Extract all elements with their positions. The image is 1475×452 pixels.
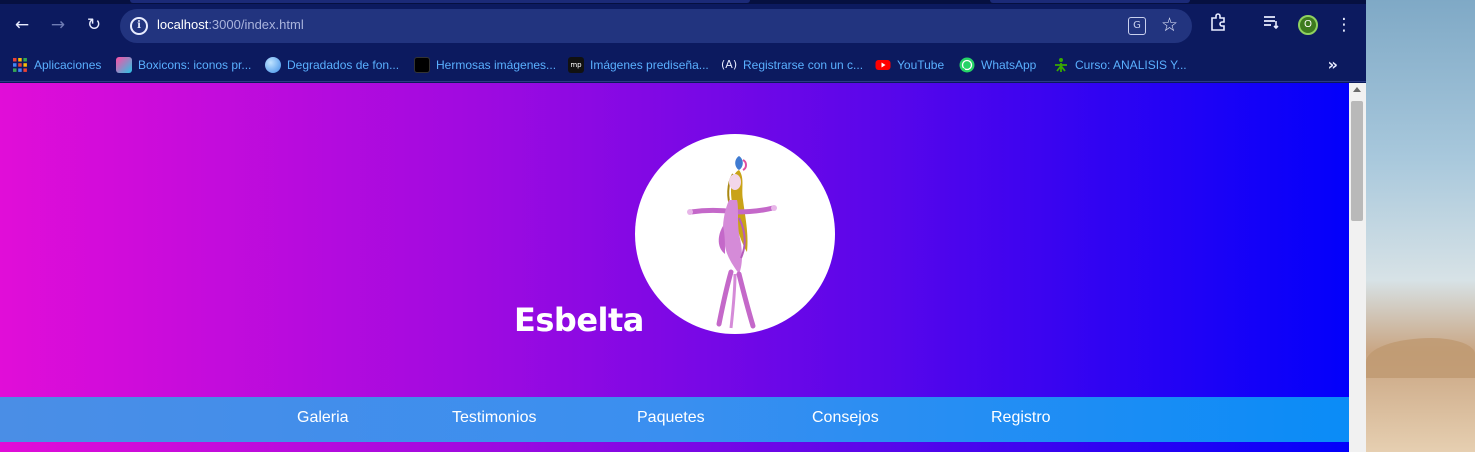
bookmark-imagenes-predisenadas[interactable]: mp Imágenes prediseña... <box>568 56 709 74</box>
address-url[interactable]: localhost:3000/index.html <box>157 17 304 32</box>
url-path: :3000/index.html <box>208 17 304 32</box>
profile-avatar[interactable]: O <box>1298 15 1318 35</box>
browser-toolbar: ← → ↻ i localhost:3000/index.html G ☆ O … <box>0 0 1366 48</box>
scroll-up-arrow-icon[interactable] <box>1353 87 1361 92</box>
nav-link-galeria[interactable]: Galeria <box>297 409 349 427</box>
bookmark-label: Registrarse con un c... <box>743 58 864 72</box>
tab[interactable] <box>130 0 750 3</box>
nav-link-registro[interactable]: Registro <box>991 409 1051 427</box>
bookmark-label: Hermosas imágenes... <box>436 58 557 72</box>
address-bar[interactable]: i localhost:3000/index.html G ☆ <box>120 9 1192 43</box>
bookmark-label: Imágenes prediseña... <box>590 58 709 72</box>
brand-title: Esbelta <box>514 301 644 339</box>
page-scrollbar[interactable] <box>1349 83 1366 452</box>
forward-arrow-icon[interactable]: → <box>47 14 69 36</box>
bookmark-label: Degradados de fon... <box>287 58 400 72</box>
images-icon <box>414 57 430 73</box>
page-viewport: Esbelta Galeria Testimonios Paquetes Con… <box>0 83 1349 452</box>
bookmark-star-icon[interactable]: ☆ <box>1161 14 1178 36</box>
main-navbar: Galeria Testimonios Paquetes Consejos Re… <box>0 397 1349 442</box>
bookmark-registrarse[interactable]: (A) Registrarse con un c... <box>721 56 863 74</box>
url-host: localhost <box>157 17 209 32</box>
boxicons-icon <box>116 57 132 73</box>
bookmark-curso-analisis[interactable]: Curso: ANALISIS Y... <box>1053 56 1187 74</box>
bookmarks-overflow-icon[interactable]: » <box>1328 55 1338 74</box>
clipart-icon: mp <box>568 57 584 73</box>
whatsapp-icon <box>959 57 975 73</box>
bookmark-degradados[interactable]: Degradados de fon... <box>265 56 399 74</box>
nav-link-paquetes[interactable]: Paquetes <box>637 409 705 427</box>
scroll-thumb[interactable] <box>1351 101 1363 221</box>
gradient-icon <box>265 57 281 73</box>
youtube-icon <box>875 57 891 73</box>
bookmark-label: WhatsApp <box>981 58 1037 72</box>
signup-icon: (A) <box>721 58 738 71</box>
nav-link-consejos[interactable]: Consejos <box>812 409 879 427</box>
bookmark-hermosas-imagenes[interactable]: Hermosas imágenes... <box>414 56 556 74</box>
nav-link-testimonios[interactable]: Testimonios <box>452 409 536 427</box>
bookmark-youtube[interactable]: YouTube <box>875 56 944 74</box>
bookmarks-bar: Aplicaciones Boxicons: iconos pr... Degr… <box>0 48 1366 82</box>
apps-grid-icon <box>12 57 28 73</box>
bookmark-label: Curso: ANALISIS Y... <box>1075 58 1187 72</box>
reading-list-icon[interactable] <box>1259 13 1283 37</box>
reload-icon[interactable]: ↻ <box>83 14 105 36</box>
kebab-menu-icon[interactable]: ⋮ <box>1332 13 1356 37</box>
back-arrow-icon[interactable]: ← <box>11 14 33 36</box>
wallpaper-dune <box>1366 338 1475 378</box>
logo-dancer-image <box>635 134 835 334</box>
desktop-wallpaper <box>1366 0 1475 452</box>
translate-icon[interactable]: G <box>1128 17 1146 35</box>
bookmark-label: Aplicaciones <box>34 58 102 72</box>
bookmark-boxicons[interactable]: Boxicons: iconos pr... <box>116 56 251 74</box>
bookmark-label: Boxicons: iconos pr... <box>138 58 252 72</box>
site-info-icon[interactable]: i <box>130 17 148 35</box>
bookmark-whatsapp[interactable]: WhatsApp <box>959 56 1036 74</box>
sena-icon <box>1053 57 1069 73</box>
bookmark-aplicaciones[interactable]: Aplicaciones <box>12 56 101 74</box>
tab-strip <box>0 0 1366 4</box>
extensions-icon[interactable] <box>1206 13 1230 37</box>
bookmark-label: YouTube <box>897 58 945 72</box>
tab[interactable] <box>990 0 1190 3</box>
